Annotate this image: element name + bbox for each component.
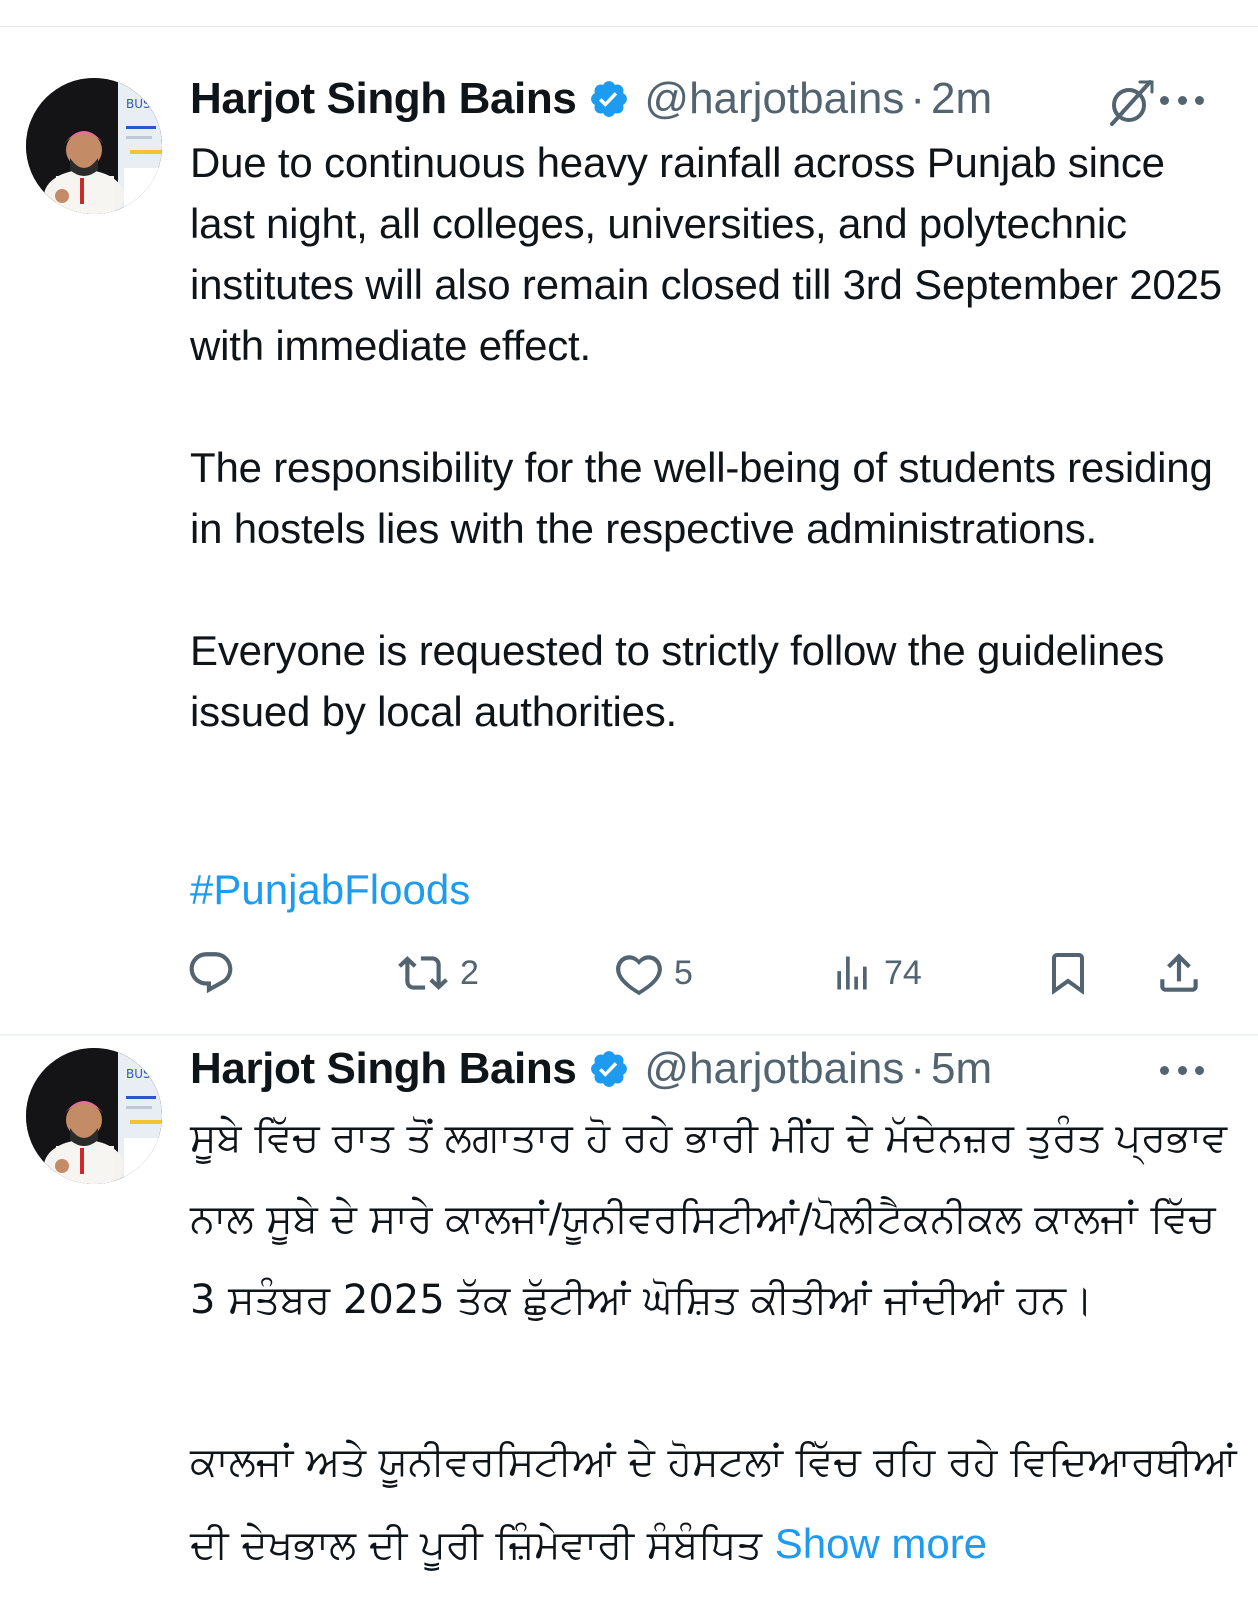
tweet-time[interactable]: 5m xyxy=(931,1044,992,1094)
author-name[interactable]: Harjot Singh Bains xyxy=(190,74,577,124)
avatar-photo: BUS xyxy=(26,1048,162,1184)
separator-dot: · xyxy=(910,74,925,123)
views-icon xyxy=(837,956,867,990)
like-button[interactable]: 5 xyxy=(614,948,693,998)
verified-badge-icon xyxy=(588,1048,630,1090)
author-handle[interactable]: @harjotbains xyxy=(644,74,904,124)
share-button[interactable] xyxy=(1154,948,1204,998)
avatar-photo: BUS xyxy=(26,78,162,214)
reply-button[interactable] xyxy=(186,948,236,998)
view-count: 74 xyxy=(884,953,922,992)
heart-icon xyxy=(616,955,662,996)
more-options-icon[interactable] xyxy=(1160,93,1204,107)
svg-text:BUS: BUS xyxy=(126,97,151,111)
avatar[interactable]: BUS xyxy=(26,78,162,214)
tweet-body: ਸੂਬੇ ਵਿੱਚ ਰਾਤ ਤੋਂ ਲਗਾਤਾਰ ਹੋ ਰਹੇ ਭਾਰੀ ਮੀਂ… xyxy=(190,1098,1240,1586)
show-more-link[interactable]: Show more xyxy=(775,1520,987,1567)
more-options-icon[interactable] xyxy=(1160,1063,1204,1077)
top-divider xyxy=(0,26,1258,27)
retweet-button[interactable]: 2 xyxy=(396,948,479,998)
reply-icon xyxy=(189,952,233,994)
avatar[interactable]: BUS xyxy=(26,1048,162,1184)
author-handle[interactable]: @harjotbains xyxy=(644,1044,904,1094)
verified-badge-icon xyxy=(588,78,630,120)
share-icon xyxy=(1160,953,1198,992)
tweet-body: Due to continuous heavy rainfall across … xyxy=(190,139,1222,735)
tweet-header: Harjot Singh Bains @harjotbains · 2m xyxy=(190,74,992,124)
separator-dot: · xyxy=(910,1044,925,1093)
bookmark-icon xyxy=(1052,953,1084,995)
grok-icon[interactable] xyxy=(1106,78,1156,128)
tweet-header: Harjot Singh Bains @harjotbains · 5m xyxy=(190,1044,992,1094)
tweet-time[interactable]: 2m xyxy=(931,74,992,124)
tweet-divider xyxy=(0,1034,1258,1036)
tweet-body-text: ਸੂਬੇ ਵਿੱਚ ਰਾਤ ਤੋਂ ਲਗਾਤਾਰ ਹੋ ਰਹੇ ਭਾਰੀ ਮੀਂ… xyxy=(190,1115,1237,1568)
like-count: 5 xyxy=(674,953,693,992)
bookmark-button[interactable] xyxy=(1044,948,1092,998)
retweet-icon xyxy=(398,956,448,990)
retweet-count: 2 xyxy=(460,953,479,992)
views-button[interactable]: 74 xyxy=(830,948,922,998)
hashtag-link[interactable]: #PunjabFloods xyxy=(190,866,470,914)
author-name[interactable]: Harjot Singh Bains xyxy=(190,1044,577,1094)
tweet-actions: 2 5 74 xyxy=(0,940,1258,1010)
svg-text:BUS: BUS xyxy=(126,1067,151,1081)
